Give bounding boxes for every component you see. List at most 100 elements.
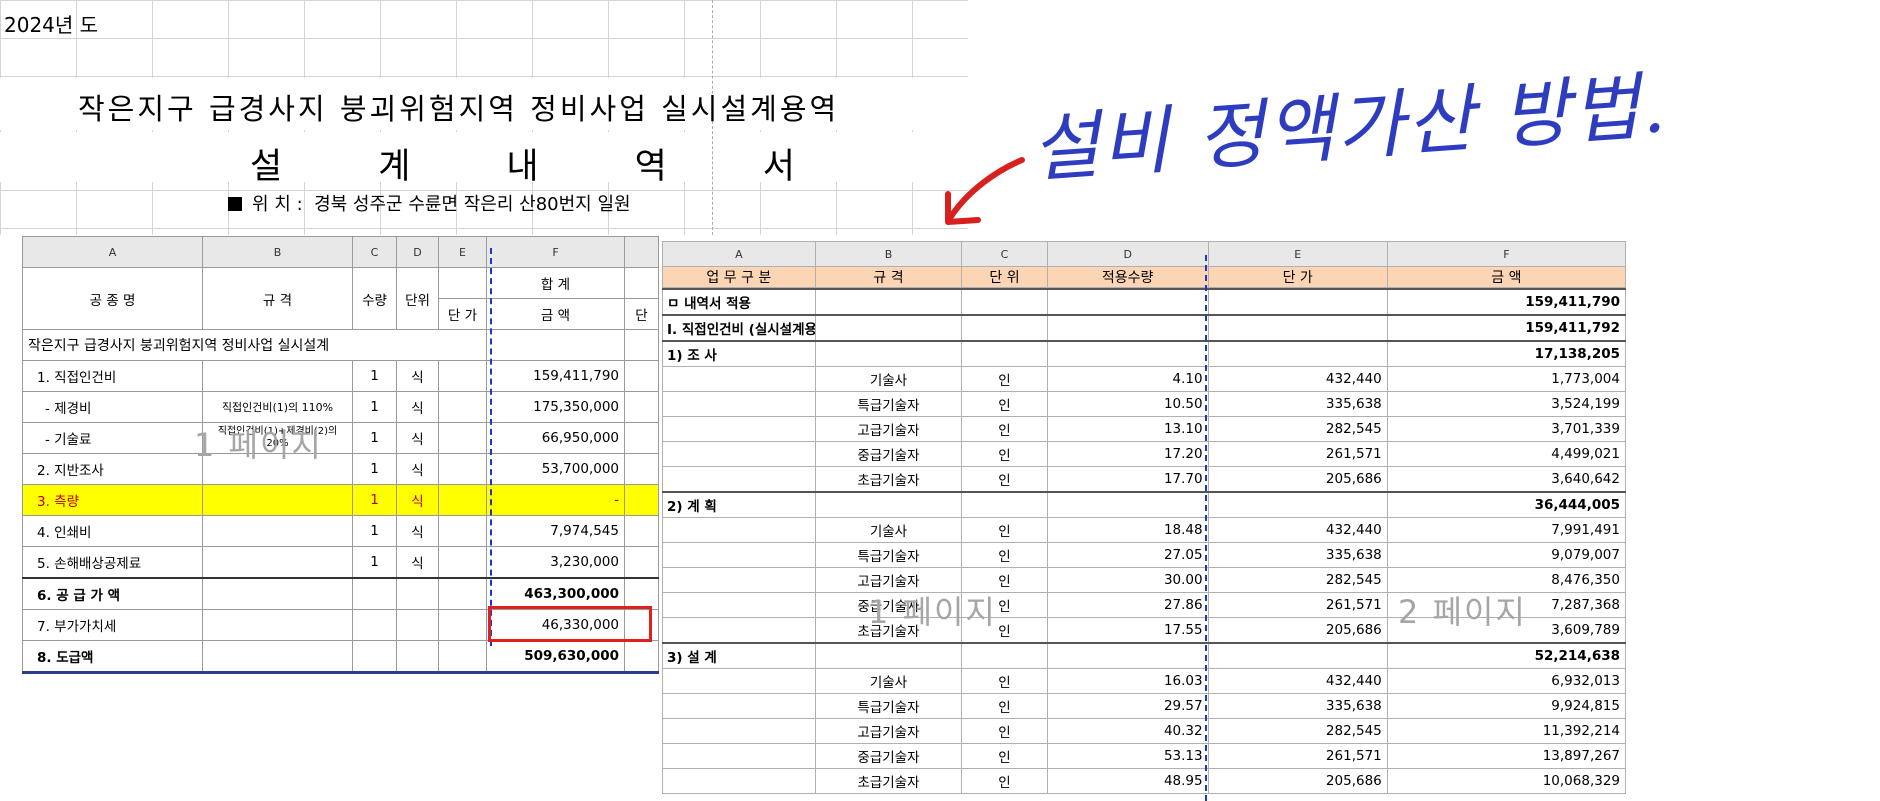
col-letter-g[interactable] [624, 236, 659, 268]
cell-work-category[interactable] [662, 542, 816, 568]
cell-unit-price[interactable]: 432,440 [1207, 366, 1388, 392]
cell-amount[interactable]: 7,991,491 [1386, 517, 1627, 543]
cell-unit-price[interactable]: 282,545 [1207, 718, 1388, 744]
cell-unit-price[interactable]: 282,545 [1207, 567, 1388, 593]
cell-amount[interactable]: 11,392,214 [1386, 718, 1627, 744]
cell-unit-price[interactable]: 335,638 [1207, 693, 1388, 719]
cell-applied-qty[interactable]: 27.05 [1046, 542, 1209, 568]
cell-unit-price[interactable] [1207, 288, 1388, 316]
col-letter-b[interactable]: B [202, 236, 353, 268]
table-row[interactable]: 8. 도급액 509,630,000 [22, 640, 659, 674]
cell-amount[interactable]: 3,524,199 [1386, 391, 1627, 417]
cell-unit[interactable]: 인 [961, 743, 1048, 769]
cell-unit[interactable] [961, 314, 1048, 342]
item-unit[interactable]: 식 [396, 484, 439, 516]
cell-amount[interactable]: 9,079,007 [1386, 542, 1627, 568]
section-row[interactable]: 2) 계 획 36,444,005 [662, 491, 1627, 518]
item-name[interactable]: 3. 측량 [22, 484, 203, 516]
cell-work-category[interactable] [662, 391, 816, 417]
item-amount[interactable]: 66,950,000 [486, 422, 625, 454]
cell-unit-price[interactable]: 205,686 [1207, 617, 1388, 644]
cell-unit-price[interactable] [1207, 491, 1388, 518]
col-letter-e[interactable]: E [438, 236, 487, 268]
cell-spec[interactable]: 특급기술자 [814, 542, 963, 568]
table-row[interactable]: 고급기술자 인 13.10 282,545 3,701,339 [662, 416, 1627, 442]
item-qty[interactable]: 1 [352, 360, 397, 392]
cell[interactable] [624, 546, 659, 579]
col-letter-d[interactable]: D [1046, 241, 1209, 267]
item-qty[interactable]: 1 [352, 484, 397, 516]
item-name[interactable]: 1. 직접인건비 [22, 360, 203, 392]
cell-work-category[interactable] [662, 441, 816, 467]
cell-work-category[interactable]: 2) 계 획 [662, 491, 816, 518]
item-amount[interactable]: 7,974,545 [486, 515, 625, 547]
table-row[interactable]: 특급기술자 인 27.05 335,638 9,079,007 [662, 542, 1627, 568]
table-row[interactable]: 기술사 인 18.48 432,440 7,991,491 [662, 517, 1627, 543]
item-qty[interactable]: 1 [352, 546, 397, 579]
table-row[interactable]: 기술사 인 16.03 432,440 6,932,013 [662, 668, 1627, 694]
cell-amount[interactable]: 36,444,005 [1386, 491, 1627, 518]
table-row[interactable]: 1. 직접인건비 1 식 159,411,790 [22, 360, 659, 392]
cell[interactable] [624, 453, 659, 485]
cell-unit[interactable]: 인 [961, 366, 1048, 392]
cell-unit[interactable] [961, 642, 1048, 669]
cell-unit[interactable]: 인 [961, 391, 1048, 417]
table-row[interactable]: - 제경비 직접인건비(1)의 110% 1 식 175,350,000 [22, 391, 659, 423]
cell-work-category[interactable] [662, 668, 816, 694]
cell[interactable] [486, 329, 625, 361]
cell-spec[interactable]: 기술사 [814, 517, 963, 543]
cell-unit-price[interactable]: 335,638 [1207, 542, 1388, 568]
col-letter-a[interactable]: A [22, 236, 203, 268]
cell[interactable] [624, 577, 659, 610]
cell-work-category[interactable] [662, 517, 816, 543]
cell[interactable] [438, 546, 487, 579]
table-row[interactable]: 초급기술자 인 48.95 205,686 10,068,329 [662, 768, 1627, 794]
year-cell[interactable]: 2024년 도 [4, 9, 98, 38]
cell-applied-qty[interactable]: 40.32 [1046, 718, 1209, 744]
item-amount[interactable]: 175,350,000 [486, 391, 625, 423]
cell-amount[interactable]: 3,701,339 [1386, 416, 1627, 442]
cell-amount[interactable]: 4,499,021 [1386, 441, 1627, 467]
cell-applied-qty[interactable]: 16.03 [1046, 668, 1209, 694]
cell-unit-price[interactable]: 205,686 [1207, 466, 1388, 493]
cell-applied-qty[interactable]: 4.10 [1046, 366, 1209, 392]
cell-unit-price[interactable] [1207, 340, 1388, 367]
cell-work-category[interactable] [662, 693, 816, 719]
cell-amount[interactable]: 6,932,013 [1386, 668, 1627, 694]
table-row[interactable]: 5. 손해배상공제료 1 식 3,230,000 [22, 546, 659, 579]
table-row-highlighted[interactable]: 3. 측량 1 식 - [22, 484, 659, 516]
cell[interactable] [352, 577, 397, 610]
cell-work-category[interactable]: ㅁ 내역서 적용 [662, 288, 816, 316]
section-row[interactable]: Ⅰ. 직접인건비 (실시설계용역) 159,411,792 [662, 314, 1627, 342]
item-amount[interactable]: - [486, 484, 625, 516]
cell-work-category[interactable] [662, 743, 816, 769]
item-unit[interactable]: 식 [396, 515, 439, 547]
cell[interactable] [624, 329, 659, 361]
item-unit[interactable]: 식 [396, 422, 439, 454]
item-name[interactable]: - 기술료 [22, 422, 203, 454]
item-amount[interactable]: 509,630,000 [486, 640, 625, 674]
item-spec[interactable] [202, 546, 353, 579]
col-letter-c[interactable]: C [352, 236, 397, 268]
cell[interactable] [352, 609, 397, 641]
cell-work-category[interactable] [662, 416, 816, 442]
cell-spec[interactable]: 중급기술자 [814, 441, 963, 467]
cell-work-category[interactable]: Ⅰ. 직접인건비 (실시설계용역) [662, 314, 816, 342]
cell-unit[interactable] [961, 340, 1048, 367]
cell[interactable] [624, 360, 659, 392]
cell-unit-price[interactable]: 432,440 [1207, 517, 1388, 543]
cell-applied-qty[interactable]: 18.48 [1046, 517, 1209, 543]
cell[interactable] [202, 609, 353, 641]
table-row[interactable]: 2. 지반조사 1 식 53,700,000 [22, 453, 659, 485]
cell-unit[interactable]: 인 [961, 542, 1048, 568]
item-qty[interactable]: 1 [352, 515, 397, 547]
item-spec[interactable] [202, 515, 353, 547]
cell[interactable] [438, 640, 487, 674]
cell-applied-qty[interactable]: 29.57 [1046, 693, 1209, 719]
item-name[interactable]: 4. 인쇄비 [22, 515, 203, 547]
cell-applied-qty[interactable]: 17.20 [1046, 441, 1209, 467]
cell[interactable] [624, 640, 659, 674]
cell-work-category[interactable]: 3) 설 계 [662, 642, 816, 669]
col-letter-a[interactable]: A [662, 241, 816, 267]
cell-applied-qty[interactable]: 17.55 [1046, 617, 1209, 644]
